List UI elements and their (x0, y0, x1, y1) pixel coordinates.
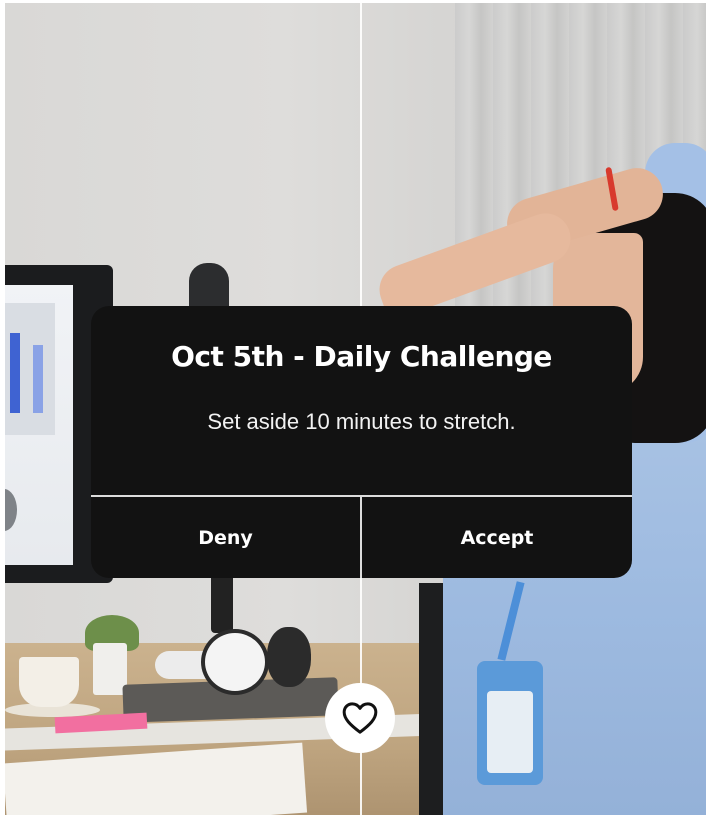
coffee-cup (19, 657, 79, 707)
dialog-title: Oct 5th - Daily Challenge (171, 340, 552, 373)
id-badge-card (487, 691, 533, 773)
heart-icon (342, 702, 378, 734)
screen-frame: Oct 5th - Daily Challenge Set aside 10 m… (5, 3, 706, 815)
monitor-bar (10, 333, 20, 413)
monitor-bar (33, 345, 43, 413)
dialog-message: Set aside 10 minutes to stretch. (207, 409, 516, 434)
headphones-cup (267, 627, 311, 687)
favorite-button[interactable] (325, 683, 395, 753)
accept-button[interactable]: Accept (362, 497, 632, 578)
lamp (211, 573, 233, 633)
deny-button[interactable]: Deny (91, 497, 360, 578)
challenge-dialog: Oct 5th - Daily Challenge Set aside 10 m… (91, 306, 632, 578)
headphones-cup (201, 629, 269, 695)
